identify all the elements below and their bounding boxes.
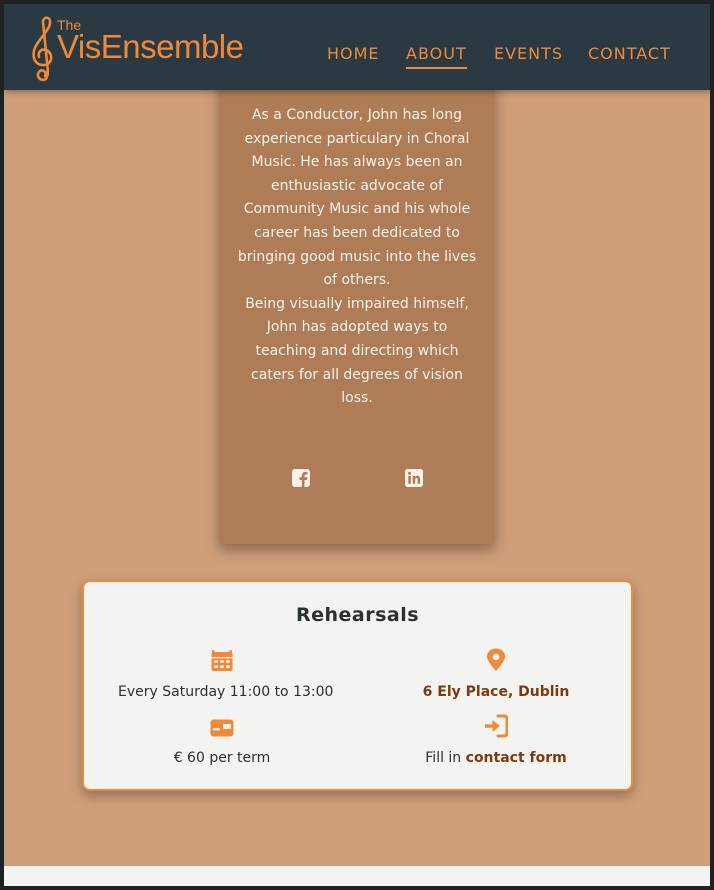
nav-about[interactable]: ABOUT <box>406 44 467 69</box>
location-link[interactable]: 6 Ely Place, Dublin <box>402 684 590 700</box>
money-card-icon <box>210 719 234 737</box>
facebook-icon[interactable] <box>291 468 311 488</box>
navbar: The VisEnsemble HOME ABOUT EVENTS CONTAC… <box>4 4 710 90</box>
nav-contact[interactable]: CONTACT <box>588 44 671 63</box>
nav-home[interactable]: HOME <box>327 44 380 63</box>
conductor-bio: As a Conductor, John has long experience… <box>237 104 477 411</box>
conductor-profile-card: As a Conductor, John has long experience… <box>219 44 495 544</box>
nav-events[interactable]: EVENTS <box>494 44 563 63</box>
signup-text: Fill in contact form <box>402 750 590 766</box>
main-nav: HOME ABOUT EVENTS CONTACT <box>4 44 710 74</box>
rehearsals-card: Rehearsals Every Saturday 11:00 to 13:00… <box>82 580 633 791</box>
signup-prefix: Fill in <box>425 750 466 766</box>
bio-paragraph-1: As a Conductor, John has long experience… <box>237 107 477 289</box>
rehearsals-title: Rehearsals <box>295 604 420 626</box>
linkedin-icon[interactable] <box>404 468 424 488</box>
rehearsal-price: € 60 per term <box>173 750 271 766</box>
calendar-icon <box>211 650 233 671</box>
footer-strip <box>4 866 710 886</box>
map-pin-icon <box>487 648 505 671</box>
bio-paragraph-2: Being visually impaired himself, John ha… <box>245 295 469 407</box>
sign-in-icon <box>485 714 508 738</box>
rehearsal-schedule: Every Saturday 11:00 to 13:00 <box>118 684 334 700</box>
contact-form-link[interactable]: contact form <box>466 750 567 766</box>
page-frame: The VisEnsemble HOME ABOUT EVENTS CONTAC… <box>4 4 710 886</box>
